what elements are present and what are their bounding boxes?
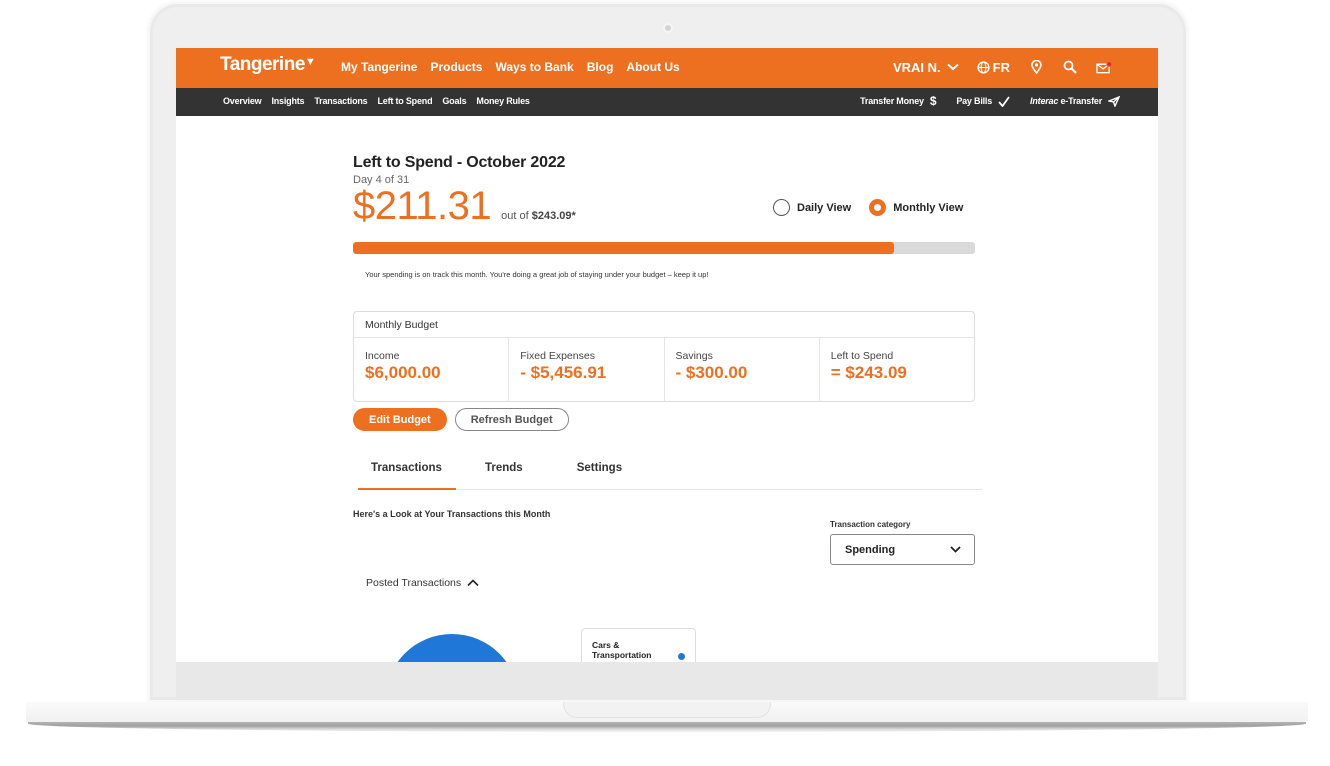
- posted-transactions-label: Posted Transactions: [366, 577, 462, 589]
- spending-message: Your spending is on track this month. Yo…: [365, 270, 709, 279]
- mail-notification-icon[interactable]: [1096, 59, 1112, 75]
- interac-etransfer-link[interactable]: Interac e-Transfer: [1030, 95, 1120, 107]
- chevron-down-icon: [946, 63, 959, 71]
- transaction-category-value: Spending: [845, 543, 896, 556]
- transfer-money-link[interactable]: Transfer Money $: [860, 94, 936, 108]
- subnav-transactions[interactable]: Transactions: [314, 96, 367, 106]
- quick-actions: Transfer Money $ Pay Bills Interac e-Tra…: [860, 94, 1120, 108]
- budget-fixed-expenses-label: Fixed Expenses: [520, 350, 595, 362]
- out-of-value: $243.09*: [531, 210, 576, 222]
- nav-my-tangerine[interactable]: My Tangerine: [341, 60, 417, 74]
- chevron-up-icon: [467, 579, 479, 587]
- sub-links: Overview Insights Transactions Left to S…: [223, 96, 530, 106]
- laptop-camera: [665, 25, 671, 31]
- budget-left-to-spend-label: Left to Spend: [830, 350, 894, 362]
- user-menu[interactable]: VRAI N.: [893, 60, 959, 75]
- left-to-spend-panel: Left to Spend - October 2022 Day 4 of 31…: [353, 116, 983, 662]
- nav-products[interactable]: Products: [430, 60, 482, 74]
- sub-navigation: Overview Insights Transactions Left to S…: [176, 88, 1158, 116]
- budget-cells: Income $6,000.00 Fixed Expenses - $5,456…: [354, 338, 974, 402]
- daily-view-radio[interactable]: Daily View: [773, 199, 851, 216]
- pay-bills-link[interactable]: Pay Bills: [956, 95, 1010, 107]
- logo-mark-icon: ▼: [304, 56, 316, 68]
- top-navigation: Tangerine▼ My Tangerine Products Ways to…: [176, 48, 1158, 88]
- transaction-category-select[interactable]: Spending: [830, 534, 975, 565]
- globe-icon: [977, 60, 990, 74]
- language-label: FR: [992, 59, 1010, 75]
- tab-transactions[interactable]: Transactions: [358, 452, 456, 490]
- refresh-budget-button[interactable]: Refresh Budget: [454, 408, 569, 431]
- out-of-prefix: out of: [501, 210, 529, 222]
- search-icon[interactable]: [1062, 59, 1078, 75]
- spending-progress-bar: [353, 242, 975, 254]
- logo-text: Tangerine: [220, 54, 305, 75]
- view-toggle: Daily View Monthly View: [773, 199, 963, 216]
- monthly-view-label: Monthly View: [893, 201, 964, 214]
- budget-savings-label: Savings: [675, 350, 713, 362]
- budget-fixed-expenses-value: - $5,456.91: [520, 363, 607, 382]
- left-to-spend-amount: $211.31: [353, 184, 492, 228]
- nav-blog[interactable]: Blog: [587, 60, 614, 74]
- spending-pie-chart-slice: [385, 634, 519, 662]
- chevron-down-icon: [950, 546, 961, 553]
- nav-about-us[interactable]: About Us: [626, 60, 679, 74]
- transaction-category-label: Transaction category: [830, 520, 911, 529]
- budget-income: Income $6,000.00: [354, 338, 510, 402]
- budget-income-value: $6,000.00: [365, 363, 441, 382]
- language-toggle[interactable]: FR: [977, 60, 1010, 75]
- budget-left-to-spend: Left to Spend = $243.09: [820, 338, 974, 402]
- tab-settings[interactable]: Settings: [564, 452, 635, 490]
- out-of-text: out of $243.09*: [501, 210, 576, 222]
- budget-savings: Savings - $300.00: [665, 338, 820, 402]
- budget-fixed-expenses: Fixed Expenses - $5,456.91: [509, 338, 665, 402]
- interac-label: Interac: [1030, 96, 1059, 106]
- top-right-nav: VRAI N. FR: [893, 59, 1112, 75]
- dollar-icon: $: [929, 94, 937, 108]
- chart-legend-card: Cars & Transportation: [581, 628, 696, 662]
- edit-budget-button[interactable]: Edit Budget: [353, 408, 447, 431]
- daily-view-label: Daily View: [797, 201, 852, 214]
- legend-label-cars-transportation: Cars & Transportation: [592, 640, 652, 660]
- interac-etransfer-label: Interac e-Transfer: [1030, 96, 1102, 106]
- radio-selected-icon: [869, 199, 887, 216]
- paper-plane-icon: [1108, 95, 1120, 107]
- subnav-overview[interactable]: Overview: [223, 96, 262, 106]
- subnav-left-to-spend[interactable]: Left to Spend: [377, 96, 432, 106]
- subnav-goals[interactable]: Goals: [442, 96, 466, 106]
- budget-actions: Edit Budget Refresh Budget: [353, 408, 569, 431]
- monthly-view-radio[interactable]: Monthly View: [869, 199, 963, 216]
- radio-unselected-icon: [773, 199, 790, 216]
- pay-bills-label: Pay Bills: [956, 96, 993, 106]
- location-pin-icon[interactable]: [1028, 59, 1044, 75]
- monthly-budget-card: Monthly Budget Income $6,000.00 Fixed Ex…: [353, 311, 975, 402]
- page-title: Left to Spend - October 2022: [353, 154, 566, 171]
- etransfer-label: e-Transfer: [1058, 96, 1102, 106]
- subnav-money-rules[interactable]: Money Rules: [476, 96, 530, 106]
- laptop-base-edge: [28, 722, 1306, 732]
- tab-trends[interactable]: Trends: [472, 452, 536, 490]
- spending-progress-fill: [353, 242, 894, 254]
- checkmark-icon: [998, 95, 1010, 107]
- legend-dot-icon: [678, 653, 685, 660]
- user-name: VRAI N.: [892, 59, 941, 75]
- nav-ways-to-bank[interactable]: Ways to Bank: [495, 60, 573, 74]
- laptop-bezel-bottom: [176, 662, 1158, 700]
- monthly-budget-title: Monthly Budget: [354, 312, 974, 338]
- transactions-heading: Here's a Look at Your Transactions this …: [353, 509, 551, 519]
- browser-screen: Tangerine▼ My Tangerine Products Ways to…: [176, 48, 1158, 662]
- subnav-insights[interactable]: Insights: [271, 96, 304, 106]
- laptop-notch: [563, 702, 771, 718]
- budget-income-label: Income: [365, 350, 400, 362]
- tangerine-logo[interactable]: Tangerine▼: [220, 54, 316, 76]
- posted-transactions-toggle[interactable]: Posted Transactions: [366, 577, 479, 589]
- tab-bar: Transactions Trends Settings: [358, 452, 982, 490]
- main-links: My Tangerine Products Ways to Bank Blog …: [341, 60, 680, 74]
- transfer-money-label: Transfer Money: [860, 96, 924, 106]
- budget-left-to-spend-value: = $243.09: [830, 363, 907, 382]
- budget-savings-value: - $300.00: [675, 363, 748, 382]
